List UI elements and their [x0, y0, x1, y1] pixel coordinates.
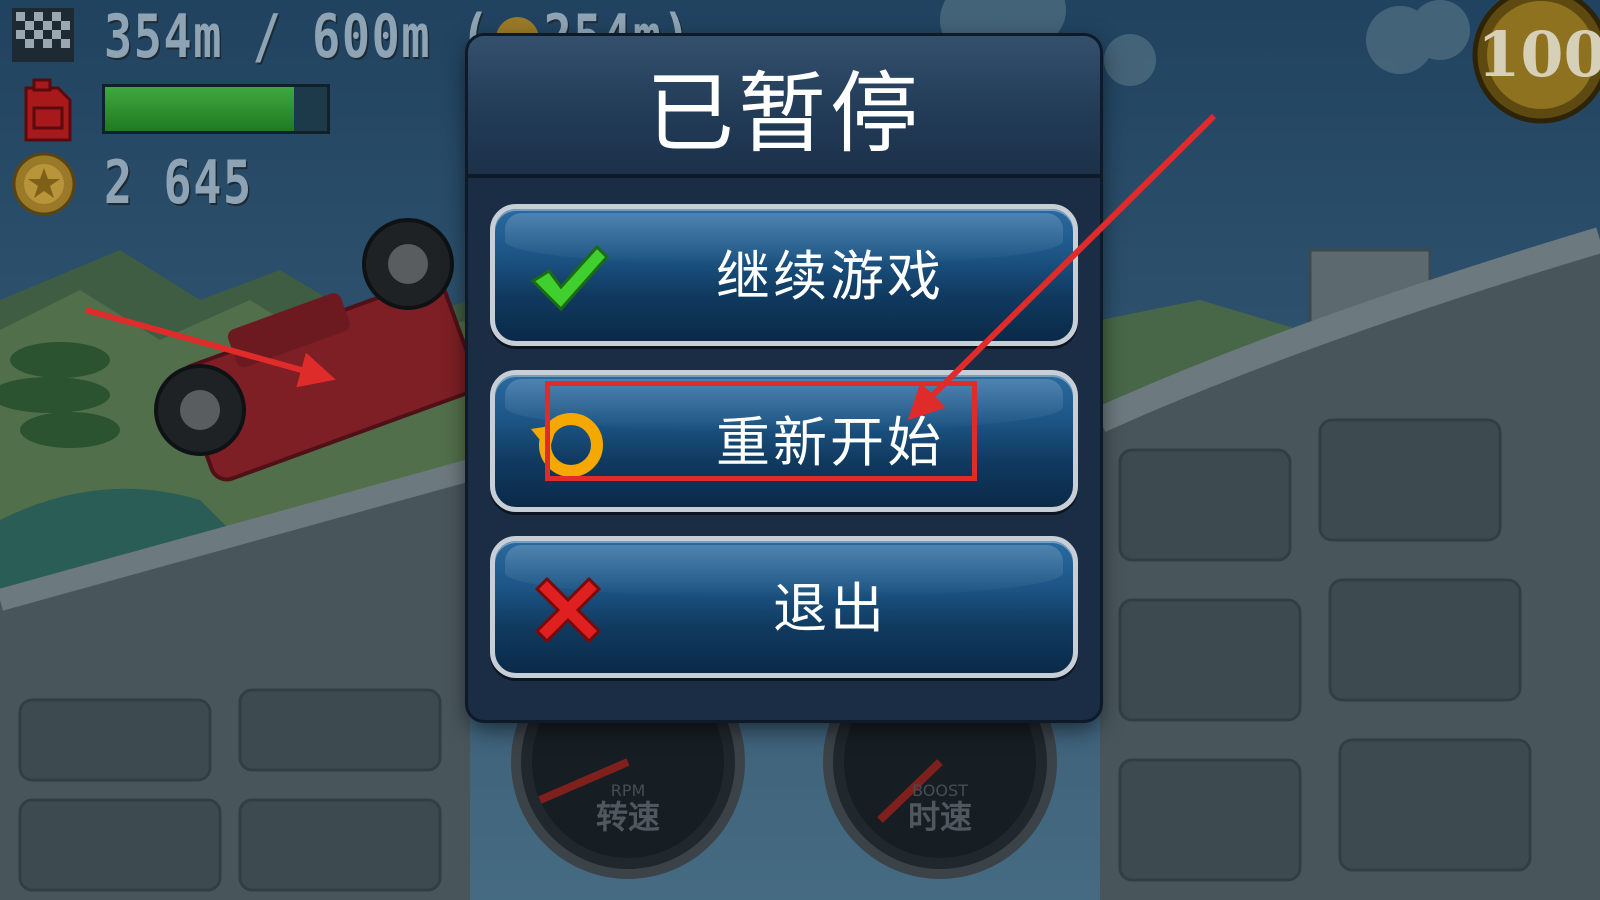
- coin-badge-icon: 100: [1472, 0, 1600, 124]
- pause-dialog: 已暂停 继续游戏 重新开始 退出: [468, 36, 1100, 720]
- distance-text: 354m / 600m (: [104, 2, 491, 72]
- fuel-can-icon: [24, 78, 72, 142]
- fuel-gauge-fill: [105, 87, 294, 131]
- coin-icon: [12, 152, 76, 216]
- continue-game-label: 继续游戏: [716, 245, 944, 308]
- restart-highlight-box: [545, 381, 977, 481]
- quit-label: 退出: [773, 577, 887, 640]
- quit-button[interactable]: 退出: [490, 536, 1078, 678]
- checkered-flag-icon: [12, 8, 74, 62]
- fuel-gauge-bar: [102, 84, 330, 134]
- continue-game-button[interactable]: 继续游戏: [490, 204, 1078, 346]
- coin-badge-value: 100: [1477, 18, 1600, 91]
- dialog-title: 已暂停: [645, 62, 922, 165]
- dialog-header: 已暂停: [468, 36, 1100, 178]
- coin-count: 2 645: [104, 148, 253, 218]
